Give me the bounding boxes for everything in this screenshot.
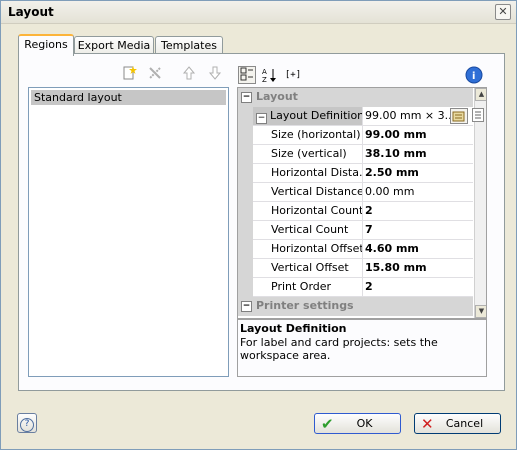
property-name: Horizontal Dista...	[253, 164, 363, 182]
property-value[interactable]: 4.60 mm	[363, 240, 473, 258]
svg-text:i: i	[472, 71, 475, 82]
description-text: For label and card projects: sets the wo…	[240, 336, 438, 362]
property-name: Horizontal Offset	[253, 240, 363, 258]
info-icon[interactable]: i	[465, 66, 483, 84]
collapse-icon[interactable]: −	[256, 113, 267, 124]
property-name: Vertical Count	[253, 221, 363, 239]
property-grid[interactable]: − Layout − Layout Definition 99.00 mm × 3…	[237, 87, 487, 319]
property-name: Size (vertical)	[253, 145, 363, 163]
svg-text:Z: Z	[262, 76, 267, 83]
property-name: Print Order	[253, 278, 363, 296]
svg-text:A: A	[262, 68, 267, 76]
close-icon[interactable]: ✕	[495, 4, 511, 20]
property-row[interactable]: Print Order 2	[238, 278, 473, 297]
property-row[interactable]: Horizontal Offset 4.60 mm	[238, 240, 473, 259]
cancel-button[interactable]: ✕ Cancel	[414, 413, 501, 434]
move-up-icon[interactable]	[181, 65, 197, 81]
property-row[interactable]: Vertical Offset 15.80 mm	[238, 259, 473, 278]
property-row[interactable]: Horizontal Count 2	[238, 202, 473, 221]
property-value[interactable]: 38.10 mm	[363, 145, 473, 163]
move-down-icon[interactable]	[207, 65, 223, 81]
property-value[interactable]: 2.50 mm	[363, 164, 473, 182]
category-printer-settings[interactable]: − Printer settings	[238, 297, 473, 316]
property-name: Size (horizontal)	[253, 126, 363, 144]
property-row[interactable]: Horizontal Dista... 2.50 mm	[238, 164, 473, 183]
property-description: Layout Definition For label and card pro…	[237, 319, 487, 377]
expand-all-button[interactable]: [+]	[283, 67, 303, 83]
categorized-icon[interactable]	[238, 66, 256, 84]
property-name: Horizontal Count	[253, 202, 363, 220]
property-row[interactable]: Vertical Distance 0.00 mm	[238, 183, 473, 202]
property-value[interactable]: 0.00 mm	[363, 183, 473, 201]
scroll-up-icon[interactable]: ▲	[475, 88, 486, 101]
delete-layout-icon[interactable]	[147, 65, 163, 81]
scroll-down-icon[interactable]: ▼	[475, 305, 486, 318]
help-button[interactable]: ?	[17, 413, 37, 433]
property-row[interactable]: Size (vertical) 38.10 mm	[238, 145, 473, 164]
property-value[interactable]: 99.00 mm	[363, 126, 473, 144]
collapse-icon[interactable]: −	[241, 301, 252, 312]
property-row-layout-definition[interactable]: − Layout Definition 99.00 mm × 3...	[238, 107, 473, 126]
property-row[interactable]: Vertical Count 7	[238, 221, 473, 240]
layout-dialog: Layout ✕ Regions Export Media Templates …	[0, 0, 517, 450]
window-title: Layout	[8, 5, 54, 19]
collapse-icon[interactable]: −	[241, 92, 252, 103]
property-name: Vertical Offset	[253, 259, 363, 277]
property-value[interactable]: 15.80 mm	[363, 259, 473, 277]
layout-list[interactable]: Standard layout	[28, 87, 229, 377]
help-icon: ?	[20, 418, 34, 432]
list-item-standard-layout[interactable]: Standard layout	[31, 90, 226, 105]
tab-regions[interactable]: Regions	[18, 34, 74, 56]
property-name: Vertical Distance	[253, 183, 363, 201]
property-row[interactable]: Size (horizontal) 99.00 mm	[238, 126, 473, 145]
property-name: − Layout Definition	[253, 107, 363, 125]
category-layout[interactable]: − Layout	[238, 88, 473, 107]
property-value[interactable]: 2	[363, 278, 473, 296]
property-pages-icon[interactable]	[472, 108, 484, 122]
ok-button[interactable]: ✔ OK	[314, 413, 401, 434]
property-value[interactable]: 2	[363, 202, 473, 220]
title-bar: Layout ✕	[1, 1, 516, 24]
description-title: Layout Definition	[240, 322, 347, 335]
property-value[interactable]: 7	[363, 221, 473, 239]
sort-alphabetical-icon[interactable]: AZ	[262, 67, 278, 84]
edit-layout-icon[interactable]	[450, 108, 468, 124]
new-layout-icon[interactable]	[121, 65, 137, 81]
